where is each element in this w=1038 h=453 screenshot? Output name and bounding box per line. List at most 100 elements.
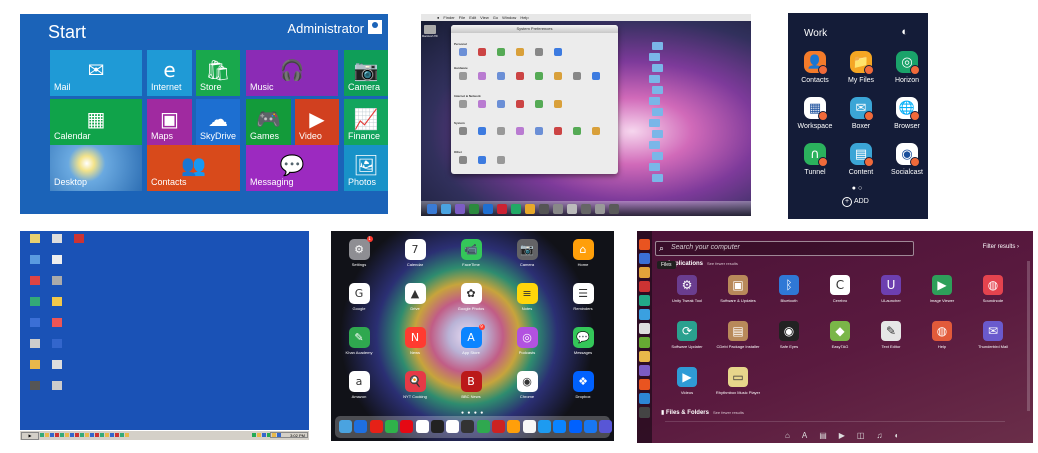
tray-icon[interactable]: [252, 433, 256, 437]
launcher-app-icon[interactable]: [639, 267, 650, 278]
dock-app-icon[interactable]: [609, 204, 619, 214]
pref-icon[interactable]: [476, 48, 488, 56]
app-videos[interactable]: ▶ Videos: [663, 367, 711, 395]
dock-app-icon[interactable]: [595, 204, 605, 214]
dock-app-icon[interactable]: [415, 420, 429, 433]
app-tunnel[interactable]: ∩ Tunnel: [791, 143, 839, 176]
app-thunderbird-mail[interactable]: ✉ Thunderbird Mail: [969, 321, 1017, 349]
pref-icon[interactable]: [476, 127, 488, 135]
app-dropbox[interactable]: ❖ Dropbox: [566, 371, 600, 399]
dock-app-icon[interactable]: [461, 420, 475, 433]
pref-icon[interactable]: [495, 156, 507, 164]
quick-launch-icon[interactable]: [40, 433, 44, 437]
app-messages[interactable]: 💬 Messages: [566, 327, 600, 355]
dock-app-icon[interactable]: [354, 420, 368, 433]
app-easytag[interactable]: ◆ EasyTAG: [816, 321, 864, 349]
dock-app-icon[interactable]: [476, 420, 490, 433]
menu-finder[interactable]: Finder: [443, 15, 454, 20]
tray-icon[interactable]: [257, 433, 261, 437]
dock-app-icon[interactable]: [497, 204, 507, 214]
menu-file[interactable]: File: [459, 15, 465, 20]
tile-contacts[interactable]: 👥 Contacts: [147, 145, 240, 191]
launcher-app-icon[interactable]: [639, 365, 650, 376]
launcher-app-icon[interactable]: [639, 323, 650, 334]
pref-icon[interactable]: [552, 48, 564, 56]
app-amazon[interactable]: a Amazon: [342, 371, 376, 399]
launcher-app-icon[interactable]: [639, 295, 650, 306]
video-lens-icon[interactable]: ▶: [839, 431, 845, 440]
filter-results-button[interactable]: Filter results ›: [983, 244, 1019, 250]
pref-icon[interactable]: [571, 127, 583, 135]
home-lens-icon[interactable]: ⌂: [785, 431, 790, 440]
start-button[interactable]: ▶: [21, 432, 39, 440]
launcher-app-icon[interactable]: [639, 253, 650, 264]
folder-icon[interactable]: [652, 174, 663, 182]
quick-launch-icon[interactable]: [95, 433, 99, 437]
quick-launch-icon[interactable]: [85, 433, 89, 437]
dock-app-icon[interactable]: [511, 204, 521, 214]
app-software-updates[interactable]: ▣ Software & Updates: [714, 275, 762, 303]
app-unity-tweak-tool[interactable]: ⚙ Unity Tweak Tool: [663, 275, 711, 303]
pref-icon[interactable]: [476, 100, 488, 108]
pref-icon[interactable]: [495, 48, 507, 56]
pref-icon[interactable]: [590, 72, 602, 80]
music-lens-icon[interactable]: ♫: [876, 431, 882, 440]
app-facetime[interactable]: 📹 FaceTime: [454, 239, 488, 267]
folder-icon[interactable]: [652, 64, 663, 72]
app-bluetooth[interactable]: ᛒ Bluetooth: [765, 275, 813, 303]
quick-launch-icon[interactable]: [60, 433, 64, 437]
search-input[interactable]: ⌕ Search your computer: [655, 241, 914, 256]
folder-icon[interactable]: [649, 163, 660, 171]
pref-icon[interactable]: [533, 127, 545, 135]
dock-app-icon[interactable]: [525, 204, 535, 214]
app-contacts[interactable]: 👤 Contacts: [791, 51, 839, 84]
app-reminders[interactable]: ☰ Reminders: [566, 283, 600, 311]
app-socialcast[interactable]: ◉ Socialcast: [883, 143, 928, 176]
menu-view[interactable]: View: [480, 15, 489, 20]
folder-icon[interactable]: [652, 42, 663, 50]
add-button[interactable]: + ADD: [842, 197, 869, 207]
folder-icon[interactable]: [649, 75, 660, 83]
pref-icon[interactable]: [514, 48, 526, 56]
user-avatar-icon[interactable]: [368, 20, 382, 34]
app-nyt-cooking[interactable]: 🍳 NYT Cooking: [398, 371, 432, 399]
desktop-icon[interactable]: [44, 297, 70, 306]
files-see-fewer-link[interactable]: See fewer results: [713, 410, 744, 415]
dock-app-icon[interactable]: [446, 420, 460, 433]
tile-skydrive[interactable]: ☁ SkyDrive: [196, 99, 240, 145]
pref-icon[interactable]: [533, 100, 545, 108]
app-cerebro[interactable]: C Cerebro: [816, 275, 864, 303]
app-chrome[interactable]: ◉ Chrome: [510, 371, 544, 399]
tray-icon[interactable]: [262, 433, 266, 437]
photos-lens-icon[interactable]: ◫: [857, 431, 865, 440]
app-text-editor[interactable]: ✎ Text Editor: [867, 321, 915, 349]
pref-icon[interactable]: [571, 72, 583, 80]
pref-icon[interactable]: [590, 127, 602, 135]
app-boxer[interactable]: ✉ Boxer: [837, 97, 885, 130]
quick-launch-icon[interactable]: [120, 433, 124, 437]
pref-icon[interactable]: [457, 127, 469, 135]
folder-icon[interactable]: [649, 119, 660, 127]
tile-messaging[interactable]: 💬 Messaging: [246, 145, 338, 191]
pref-icon[interactable]: [457, 72, 469, 80]
dock-app-icon[interactable]: [427, 204, 437, 214]
pref-icon[interactable]: [533, 48, 545, 56]
app-app-store[interactable]: A 9 App Store: [454, 324, 488, 355]
dock-app-icon[interactable]: [339, 420, 352, 433]
pref-icon[interactable]: [533, 72, 545, 80]
app-google-photos[interactable]: ✿ Google Photos: [454, 283, 488, 311]
app-bbc-news[interactable]: B BBC News: [454, 371, 488, 399]
dock-app-icon[interactable]: [553, 204, 563, 214]
tile-music[interactable]: 🎧 Music: [246, 50, 338, 96]
applications-lens-icon[interactable]: A: [802, 431, 807, 440]
quick-launch-icon[interactable]: [65, 433, 69, 437]
quick-launch-icon[interactable]: [75, 433, 79, 437]
app-notes[interactable]: ≡ Notes: [510, 283, 544, 311]
tile-photos[interactable]: 🖼 Photos: [344, 145, 388, 191]
tile-mail[interactable]: ✉ Mail: [50, 50, 142, 96]
desktop-icon[interactable]: [44, 276, 70, 285]
apple-icon[interactable]: ●: [437, 15, 439, 20]
pref-icon[interactable]: [457, 100, 469, 108]
app-soundnode[interactable]: ◍ Soundnode: [969, 275, 1017, 303]
pref-icon[interactable]: [514, 72, 526, 80]
